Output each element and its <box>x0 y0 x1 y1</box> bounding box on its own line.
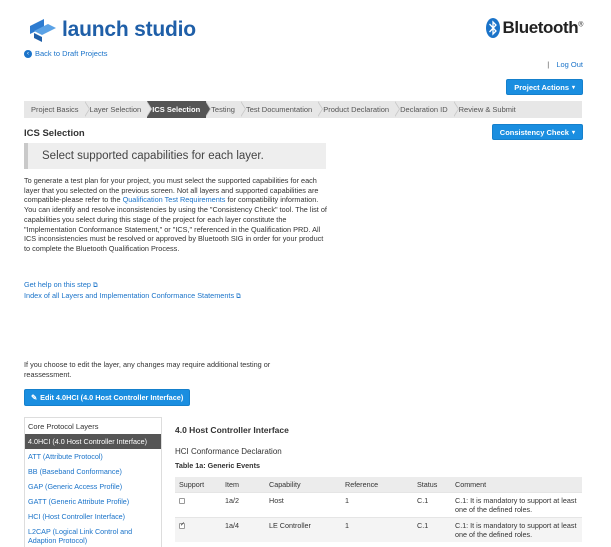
capability-cell: Host <box>265 492 341 518</box>
table-row: 1a/4 LE Controller 1 C.1 C.1: It is mand… <box>175 517 582 542</box>
layer-item-att[interactable]: ATT (Attribute Protocol) <box>25 449 161 464</box>
ics-index-link[interactable]: Index of all Layers and Implementation C… <box>24 291 241 300</box>
step-review-submit[interactable]: Review & Submit <box>454 101 522 118</box>
panel-heading: Core Protocol Layers <box>28 422 99 431</box>
wizard-steps: Project Basics Layer Selection ICS Selec… <box>24 101 582 118</box>
launch-studio-logo-icon <box>30 19 56 42</box>
step-layer-selection[interactable]: Layer Selection <box>85 101 152 118</box>
layer-item-gap[interactable]: GAP (Generic Access Profile) <box>25 479 161 494</box>
logout-area: | Log Out <box>547 60 583 69</box>
support-checkbox[interactable] <box>179 498 185 504</box>
bluetooth-wordmark: Bluetooth® <box>502 18 584 37</box>
launch-studio-logo[interactable]: launch studio <box>28 17 196 43</box>
intro-paragraph: To generate a test plan for your project… <box>24 176 327 253</box>
status-cell: C.1 <box>413 517 451 542</box>
conformance-declaration-title: HCI Conformance Declaration <box>175 447 282 456</box>
layer-item-gatt[interactable]: GATT (Generic Attribute Profile) <box>25 494 161 509</box>
logout-separator: | <box>547 60 550 69</box>
edit-icon: ✎ <box>31 393 38 402</box>
back-to-draft-projects-link[interactable]: ‹ Back to Draft Projects <box>24 49 108 58</box>
instruction-callout: Select supported capabilities for each l… <box>24 143 326 169</box>
external-link-icon: ⧉ <box>236 292 241 300</box>
col-item: Item <box>221 477 265 493</box>
bluetooth-logo: Bluetooth® <box>485 18 584 38</box>
support-checkbox[interactable] <box>179 521 185 530</box>
table-caption: Table 1a: Generic Events <box>175 461 260 470</box>
callout-text: Select supported capabilities for each l… <box>42 150 264 162</box>
edit-layer-button[interactable]: ✎ Edit 4.0HCI (4.0 Host Controller Inter… <box>24 389 191 406</box>
step-ics-selection[interactable]: ICS Selection <box>147 101 212 118</box>
caret-down-icon: ▾ <box>571 84 575 91</box>
generic-events-table: Support Item Capability Reference Status… <box>175 477 582 542</box>
consistency-check-button[interactable]: Consistency Check ▾ <box>491 124 583 140</box>
reference-cell: 1 <box>341 517 413 542</box>
layer-item-bb[interactable]: BB (Baseband Conformance) <box>25 464 161 479</box>
bluetooth-icon <box>485 18 500 38</box>
help-on-step-link[interactable]: Get help on this step ⧉ <box>24 280 98 289</box>
consistency-check-label: Consistency Check <box>499 127 569 137</box>
caret-down-icon: ▾ <box>571 129 575 136</box>
support-cell <box>175 492 221 518</box>
edit-note: If you choose to edit the layer, any cha… <box>24 360 271 379</box>
table-header-row: Support Item Capability Reference Status… <box>175 477 582 493</box>
step-project-basics[interactable]: Project Basics <box>24 101 90 118</box>
col-support: Support <box>175 477 221 493</box>
project-actions-label: Project Actions <box>514 82 569 92</box>
edit-layer-label: Edit 4.0HCI (4.0 Host Controller Interfa… <box>40 393 184 402</box>
page-title: ICS Selection <box>24 128 85 139</box>
layer-item-4-0hci[interactable]: 4.0HCI (4.0 Host Controller Interface) <box>25 434 161 449</box>
col-capability: Capability <box>265 477 341 493</box>
arrow-left-circle-icon: ‹ <box>24 49 32 58</box>
logo-text: launch studio <box>62 18 196 41</box>
logout-link[interactable]: Log Out <box>556 60 583 69</box>
step-declaration-id[interactable]: Declaration ID <box>395 101 459 118</box>
status-cell: C.1 <box>413 492 451 518</box>
layer-title: 4.0 Host Controller Interface <box>175 425 289 435</box>
comment-cell: C.1: It is mandatory to support at least… <box>451 492 582 518</box>
col-status: Status <box>413 477 451 493</box>
help-links: Get help on this step ⧉ Index of all Lay… <box>24 280 241 301</box>
capability-cell: LE Controller <box>265 517 341 542</box>
item-cell: 1a/2 <box>221 492 265 518</box>
qualification-test-requirements-link[interactable]: Qualification Test Requirements <box>123 195 226 204</box>
support-cell <box>175 517 221 542</box>
step-test-documentation[interactable]: Test Documentation <box>241 101 324 118</box>
project-actions-button[interactable]: Project Actions ▾ <box>506 79 583 95</box>
col-reference: Reference <box>341 477 413 493</box>
external-link-icon: ⧉ <box>92 282 98 289</box>
layer-item-hci[interactable]: HCI (Host Controller Interface) <box>25 509 161 524</box>
step-testing[interactable]: Testing <box>206 101 246 118</box>
back-label[interactable]: Back to Draft Projects <box>35 49 108 58</box>
core-protocol-layers-panel: Core Protocol Layers 4.0HCI (4.0 Host Co… <box>24 417 162 547</box>
reference-cell: 1 <box>341 492 413 518</box>
comment-cell: C.1: It is mandatory to support at least… <box>451 517 582 542</box>
step-product-declaration[interactable]: Product Declaration <box>318 101 400 118</box>
col-comment: Comment <box>451 477 582 493</box>
item-cell: 1a/4 <box>221 517 265 542</box>
layer-item-l2cap[interactable]: L2CAP (Logical Link Control and Adaption… <box>25 524 161 547</box>
table-row: 1a/2 Host 1 C.1 C.1: It is mandatory to … <box>175 492 582 518</box>
